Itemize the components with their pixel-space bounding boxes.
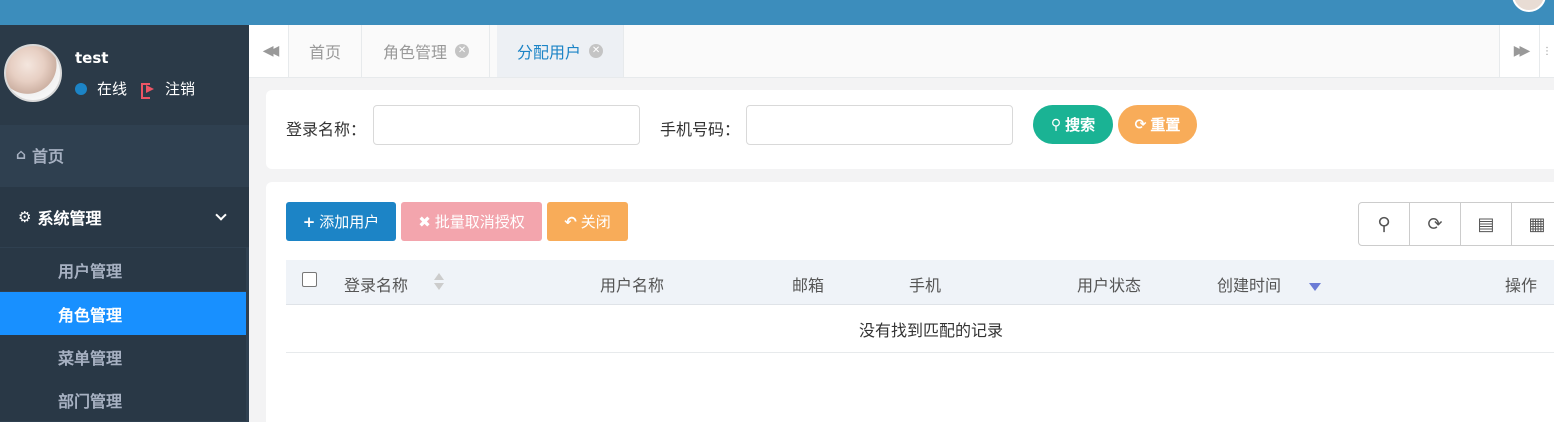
add-user-button[interactable]: + 添加用户: [286, 202, 396, 241]
username: test: [75, 49, 109, 67]
sidebar-item-menus[interactable]: 菜单管理: [0, 335, 246, 378]
close-button[interactable]: ↶ 关闭: [547, 202, 628, 241]
col-status: 用户状态: [1077, 276, 1142, 295]
sidebar: test 在线 注销 ⌂ 首页 ⚙ 系统管理 用户管理 角色管理 菜单管理 部门…: [0, 25, 249, 422]
tab-role-management[interactable]: 角色管理 ✕: [363, 25, 491, 77]
refresh-icon[interactable]: ⟳: [1409, 202, 1461, 246]
nav-system-management[interactable]: ⚙ 系统管理: [0, 187, 249, 247]
online-dot-icon: [75, 82, 87, 95]
tab-assign-users[interactable]: 分配用户 ✕: [497, 25, 625, 77]
plus-icon: +: [302, 212, 316, 231]
logout-icon[interactable]: [141, 82, 155, 99]
search-icon[interactable]: ⚲: [1358, 202, 1410, 246]
col-user-name: 用户名称: [600, 276, 665, 295]
login-name-input[interactable]: [373, 105, 640, 145]
sidebar-item-label: 角色管理: [58, 305, 123, 325]
batch-revoke-label: 批量取消授权: [434, 213, 525, 231]
nav-system-label: 系统管理: [37, 209, 102, 228]
tabs-bar: ◀◀ 首页 角色管理 ✕ 分配用户 ✕ ▶▶ ⋮: [249, 25, 1554, 78]
table-panel: + 添加用户 ✖ 批量取消授权 ↶ 关闭 ⚲ ⟳ ▤ ▦ 登录名称 用户名称 邮…: [266, 182, 1554, 422]
grid-icon[interactable]: ▦: [1511, 202, 1554, 246]
batch-revoke-button[interactable]: ✖ 批量取消授权: [401, 202, 542, 241]
nav-home-label: 首页: [32, 146, 65, 166]
top-avatar[interactable]: [1512, 0, 1546, 12]
sort-icon[interactable]: [434, 273, 444, 293]
sidebar-item-label: 用户管理: [58, 261, 123, 281]
phone-input[interactable]: [746, 105, 1013, 145]
sort-desc-icon[interactable]: [1309, 283, 1321, 291]
select-all-checkbox[interactable]: [302, 272, 317, 287]
col-email: 邮箱: [792, 276, 825, 295]
search-form: 登录名称： 手机号码： ⚲ 搜索 ⟳ 重置: [266, 90, 1554, 169]
logout-link[interactable]: 注销: [165, 78, 195, 99]
table-tools: ⚲ ⟳ ▤ ▦: [1358, 202, 1554, 246]
tab-label: 角色管理: [383, 43, 448, 62]
tab-scroll-left-icon[interactable]: ◀◀: [249, 25, 289, 77]
reset-button-label: 重置: [1150, 116, 1181, 134]
user-panel: test 在线 注销: [0, 25, 249, 125]
top-bar: [0, 0, 1554, 25]
avatar[interactable]: [4, 44, 62, 102]
tab-home[interactable]: 首页: [289, 25, 363, 77]
table-header: 登录名称 用户名称 邮箱 手机 用户状态 创建时间 操作: [286, 260, 1554, 305]
times-icon: ✖: [418, 212, 431, 231]
sidebar-item-roles[interactable]: 角色管理: [0, 292, 246, 335]
reply-icon: ↶: [564, 212, 577, 231]
col-phone: 手机: [909, 276, 942, 295]
tab-more-icon[interactable]: ⋮: [1539, 25, 1554, 77]
close-icon[interactable]: ✕: [455, 44, 470, 58]
gear-icon: ⚙: [18, 208, 32, 226]
tab-scroll-right-icon[interactable]: ▶▶: [1499, 25, 1539, 77]
add-user-label: 添加用户: [319, 213, 380, 231]
tab-label: 分配用户: [517, 43, 582, 62]
col-login-name[interactable]: 登录名称: [344, 272, 408, 296]
refresh-icon: ⟳: [1134, 116, 1147, 133]
col-actions: 操作: [1505, 276, 1538, 295]
col-created-time[interactable]: 创建时间: [1217, 272, 1281, 296]
sidebar-item-departments[interactable]: 部门管理: [0, 378, 246, 421]
sidebar-item-label: 菜单管理: [58, 348, 123, 368]
search-button[interactable]: ⚲ 搜索: [1033, 105, 1113, 144]
columns-icon[interactable]: ▤: [1460, 202, 1512, 246]
tab-label: 首页: [309, 43, 342, 62]
search-button-label: 搜索: [1065, 116, 1096, 134]
online-status: 在线: [97, 80, 128, 98]
user-status-row: 在线 注销: [75, 78, 195, 99]
nav-home[interactable]: ⌂ 首页: [0, 132, 249, 177]
home-icon: ⌂: [16, 146, 27, 163]
reset-button[interactable]: ⟳ 重置: [1118, 105, 1197, 144]
empty-table-message: 没有找到匹配的记录: [286, 305, 1554, 353]
login-name-label: 登录名称：: [286, 120, 367, 139]
sidebar-item-label: 部门管理: [58, 391, 123, 411]
search-icon: ⚲: [1050, 116, 1062, 133]
close-label: 关闭: [580, 213, 611, 231]
close-icon[interactable]: ✕: [589, 44, 604, 58]
chevron-down-icon: [215, 209, 227, 221]
sidebar-item-users[interactable]: 用户管理: [0, 248, 246, 291]
phone-label: 手机号码：: [660, 120, 741, 139]
